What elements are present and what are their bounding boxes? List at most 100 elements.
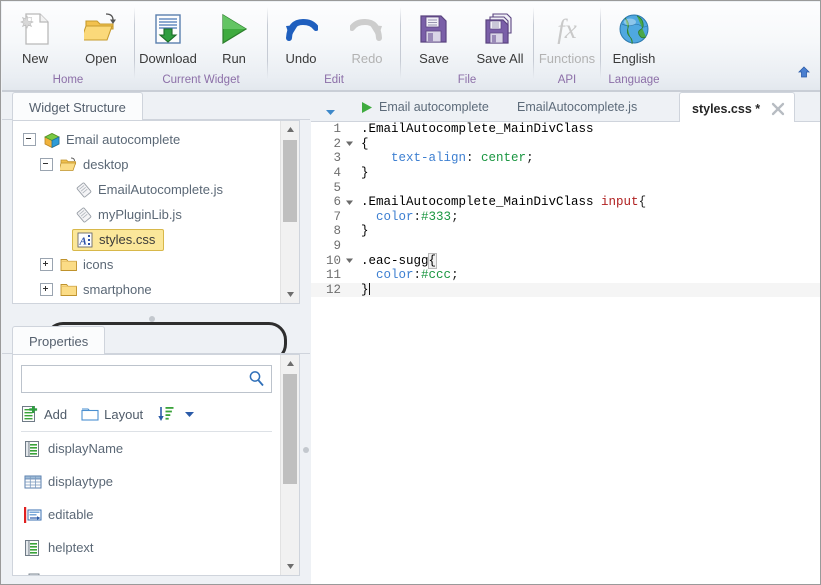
layout-folder-icon (81, 405, 99, 423)
new-button[interactable]: New (2, 6, 68, 66)
chevron-down-icon[interactable] (185, 407, 195, 422)
table-property-icon (23, 473, 43, 491)
properties-panel: Properties Add Layout displayName displa… (2, 326, 310, 584)
editor-tab-emailautocomplete.js[interactable]: EmailAutocomplete.js (511, 92, 643, 122)
js-file-icon (74, 206, 94, 224)
tree-item[interactable]: Astyles.css (13, 227, 280, 252)
tree-item[interactable]: icons (13, 252, 280, 277)
ribbon-button-label: Open (85, 51, 117, 66)
scroll-up-arrow-icon[interactable] (281, 355, 299, 372)
search-icon[interactable] (248, 370, 265, 392)
sort-button[interactable] (157, 405, 195, 423)
expand-plus-icon[interactable] (40, 283, 53, 296)
scroll-down-arrow-icon[interactable] (281, 558, 299, 575)
code-line-text: .eac-sugg{ (361, 252, 437, 269)
properties-search-box[interactable] (21, 365, 272, 393)
code-line-text: } (361, 282, 370, 297)
add-button[interactable]: Add (21, 405, 67, 423)
application-window: New Open Home Download Run Current Widget Undo… (0, 0, 821, 585)
code-line: 9 (311, 239, 820, 254)
tab-widget-structure-label: Widget Structure (29, 99, 126, 115)
horizontal-splitter-handle[interactable] (149, 316, 155, 322)
collapse-ribbon-up-arrow-icon[interactable] (797, 65, 811, 84)
tree-item-label: EmailAutocomplete.js (98, 181, 223, 197)
tree-scroll-thumb[interactable] (283, 140, 297, 222)
run-play-icon (217, 8, 251, 50)
tree-item[interactable]: myPluginLib.js (13, 202, 280, 227)
run-button[interactable]: Run (201, 6, 267, 66)
properties-scroll-thumb[interactable] (283, 374, 297, 484)
code-fold-toggle-icon[interactable] (344, 257, 355, 264)
line-number: 3 (333, 151, 341, 166)
redo-arrow-icon (350, 8, 384, 50)
widget-structure-tree[interactable]: Email autocomplete desktop EmailAutocomple… (13, 121, 280, 303)
code-line-text: color:#ccc; (376, 268, 459, 283)
scroll-up-arrow-icon[interactable] (281, 121, 299, 138)
tree-item[interactable]: desktop (13, 152, 280, 177)
ribbon-button-label: Run (222, 51, 246, 66)
line-number: 10 (325, 253, 341, 268)
sort-descending-icon (157, 405, 175, 423)
properties-list: displayName displaytype editable helptext la… (13, 432, 280, 575)
line-number: 5 (333, 180, 341, 195)
line-number: 7 (333, 209, 341, 224)
code-fold-toggle-icon[interactable] (344, 199, 355, 206)
functions-button: fx Functions (534, 6, 600, 66)
run-play-icon (361, 101, 373, 114)
close-x-icon[interactable] (770, 101, 786, 117)
tab-widget-structure[interactable]: Widget Structure (12, 92, 143, 121)
property-row-label: labelalign (48, 573, 103, 575)
tree-item[interactable]: smartphone (13, 277, 280, 302)
ribbon-group-title: Language (608, 74, 660, 87)
properties-toolbar: Add Layout (21, 399, 272, 429)
properties-vertical-scrollbar[interactable] (280, 355, 299, 575)
open-button[interactable]: Open (68, 6, 134, 66)
property-row[interactable]: displaytype (13, 465, 280, 498)
ribbon-group-edit: Undo Redo Edit (268, 2, 400, 90)
css-file-icon: A (75, 231, 95, 249)
string-property-icon (23, 539, 43, 557)
collapse-minus-icon[interactable] (23, 133, 36, 146)
property-row[interactable]: editable (13, 498, 280, 531)
code-line-text: .EmailAutocomplete_MainDivClass (361, 122, 594, 137)
fx-function-icon: fx (557, 14, 577, 44)
ribbon-group-language: English Language (601, 2, 667, 90)
ribbon-group-title: File (457, 74, 477, 87)
expand-plus-icon[interactable] (40, 258, 53, 271)
scroll-down-arrow-icon[interactable] (281, 286, 299, 303)
english-button[interactable]: English (601, 6, 667, 66)
tree-item-label: styles.css (99, 231, 156, 247)
tab-properties[interactable]: Properties (12, 326, 106, 355)
code-line: 11 color:#ccc; (311, 268, 820, 283)
collapse-minus-icon[interactable] (40, 158, 53, 171)
property-row[interactable]: helptext (13, 531, 280, 564)
editor-tab-emailautocomplete[interactable]: Email autocomplete (355, 92, 495, 122)
property-row[interactable]: displayName (13, 432, 280, 465)
layout-button[interactable]: Layout (81, 405, 143, 423)
line-number: 11 (325, 268, 341, 283)
undo-button[interactable]: Undo (268, 6, 334, 66)
download-button[interactable]: Download (135, 6, 201, 66)
ribbon-toolbar: New Open Home Download Run Current Widget Undo… (2, 2, 820, 90)
property-row-label: displayName (48, 441, 124, 456)
editor-tab-styles.css[interactable]: styles.css * (679, 92, 796, 125)
save-button[interactable]: Save (401, 6, 467, 66)
code-fold-toggle-icon[interactable] (344, 140, 355, 147)
tab-list-dropdown-icon[interactable] (325, 103, 336, 121)
save-all-button[interactable]: Save All (467, 6, 533, 66)
boolean-property-icon (23, 506, 43, 524)
tree-vertical-scrollbar[interactable] (280, 121, 299, 303)
tree-item[interactable]: EmailAutocomplete.js (13, 177, 280, 202)
line-number: 8 (333, 224, 341, 239)
property-row[interactable]: labelalign (13, 564, 280, 575)
ribbon-group-api: fx Functions API (534, 2, 600, 90)
code-line: 12} (311, 282, 820, 298)
code-text-area[interactable]: 1 .EmailAutocomplete_MainDivClass 2{3 text… (311, 122, 820, 584)
code-line: 4} (311, 166, 820, 181)
tree-item-content: Email autocomplete (42, 131, 180, 149)
tree-item[interactable]: Email autocomplete (13, 127, 280, 152)
svg-text:A: A (79, 235, 87, 247)
js-file-icon (74, 181, 94, 199)
search-input[interactable] (26, 366, 260, 392)
ribbon-group-title: Current Widget (162, 74, 240, 87)
